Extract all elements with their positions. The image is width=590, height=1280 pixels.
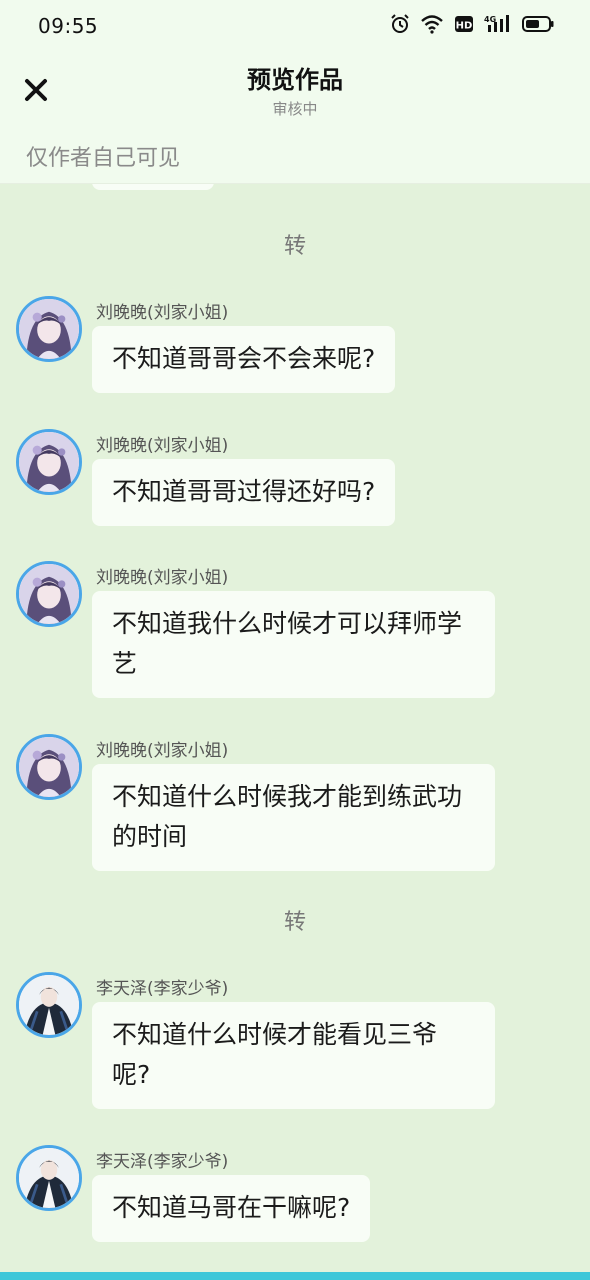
sender-name: 刘晚晚(刘家小姐) [96, 741, 229, 761]
avatar[interactable] [16, 1145, 82, 1211]
girl-avatar-icon [19, 432, 79, 492]
avatar[interactable] [16, 972, 82, 1038]
message-bubble[interactable]: 不知道什么时候才能看见三爷呢? [92, 1002, 495, 1109]
message-bubble[interactable]: 不知道哥哥会不会来呢? [92, 326, 396, 393]
avatar[interactable] [16, 561, 82, 627]
avatar[interactable] [16, 734, 82, 800]
status-time: 09:55 [38, 14, 99, 38]
status-icons: HD 4G [390, 14, 554, 34]
boy-avatar-icon [19, 975, 79, 1035]
sender-name: 刘晚晚(刘家小姐) [96, 303, 229, 323]
bottom-strip [0, 1272, 590, 1280]
hd-icon: HD [455, 16, 473, 32]
alarm-icon [391, 14, 409, 33]
wifi-icon [421, 15, 443, 34]
hd-label: HD [456, 21, 473, 32]
sender-name: 李天泽(李家少爷) [96, 1152, 229, 1172]
girl-avatar-icon [19, 737, 79, 797]
scene-divider: 转 [283, 910, 306, 935]
boy-avatar-icon [19, 1148, 79, 1208]
girl-avatar-icon [19, 299, 79, 359]
sender-name: 刘晚晚(刘家小姐) [96, 568, 229, 588]
battery-icon [522, 16, 554, 32]
status-bar: 09:55 HD 4G [0, 0, 590, 52]
top-bar: 09:55 HD 4G 预览作品 审核中 仅作者自己可见 [0, 0, 590, 184]
signal-4g-icon: 4G [484, 15, 509, 32]
sender-name: 李天泽(李家少爷) [96, 979, 229, 999]
message-bubble[interactable]: 不知道马哥在干嘛呢? [92, 1175, 371, 1242]
scene-divider: 转 [283, 234, 306, 259]
message-bubble[interactable]: 不知道我什么时候才可以拜师学艺 [92, 591, 495, 698]
message-bubble[interactable]: 不知道哥哥过得还好吗? [92, 459, 396, 526]
girl-avatar-icon [19, 564, 79, 624]
review-status: 审核中 [272, 100, 318, 118]
page-title: 预览作品 [247, 66, 343, 94]
avatar[interactable] [16, 429, 82, 495]
visibility-note: 仅作者自己可见 [26, 146, 181, 171]
message-bubble[interactable]: 不知道什么时候我才能到练武功的时间 [92, 764, 495, 871]
sender-name: 刘晚晚(刘家小姐) [96, 436, 229, 456]
avatar[interactable] [16, 296, 82, 362]
